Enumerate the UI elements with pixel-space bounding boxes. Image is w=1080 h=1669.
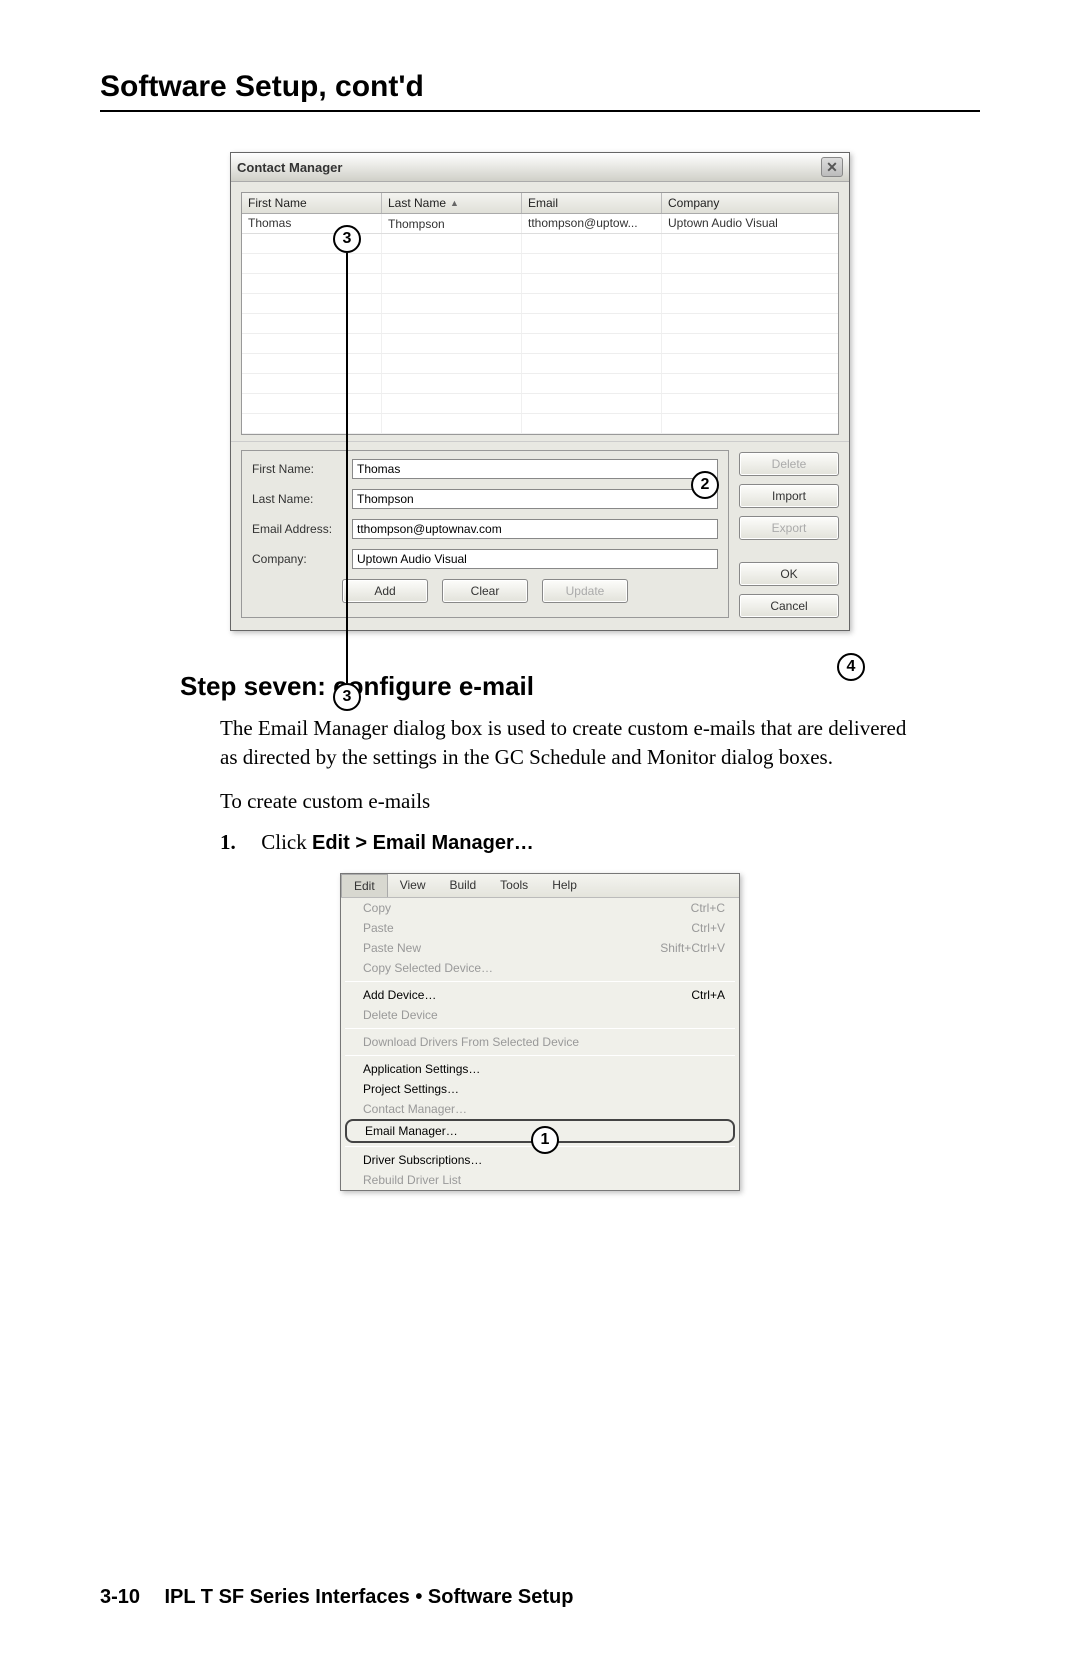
company-field[interactable] — [352, 549, 718, 569]
callout-3-leader — [346, 253, 348, 683]
step-description: The Email Manager dialog box is used to … — [220, 714, 920, 773]
menu-figure: Edit View Build Tools Help CopyCtrl+C Pa… — [100, 873, 980, 1191]
menu-edit[interactable]: Edit — [341, 874, 388, 897]
clear-button[interactable]: Clear — [442, 579, 528, 603]
col-company[interactable]: Company — [662, 193, 838, 213]
delete-button[interactable]: Delete — [739, 452, 839, 476]
label-email: Email Address: — [252, 522, 352, 536]
contact-form: First Name: Last Name: Email Address: Co… — [241, 450, 729, 618]
menu-build[interactable]: Build — [437, 874, 488, 897]
last-name-field[interactable] — [352, 489, 718, 509]
update-button[interactable]: Update — [542, 579, 628, 603]
step-1: 1. Click Edit > Email Manager… — [220, 830, 980, 855]
label-company: Company: — [252, 552, 352, 566]
cell-email: tthompson@uptow... — [522, 214, 662, 233]
first-name-field[interactable] — [352, 459, 718, 479]
cell-last: Thompson — [382, 214, 522, 233]
export-button[interactable]: Export — [739, 516, 839, 540]
import-button[interactable]: Import — [739, 484, 839, 508]
step-lead-in: To create custom e-mails — [220, 787, 920, 816]
grid-header-row: First Name Last Name ▲ Email Company — [242, 193, 838, 214]
page-number: 3-10 — [100, 1586, 140, 1608]
menu-paste-new[interactable]: Paste NewShift+Ctrl+V — [341, 938, 739, 958]
col-email[interactable]: Email — [522, 193, 662, 213]
menubar: Edit View Build Tools Help — [341, 874, 739, 898]
page-footer: 3-10 IPL T SF Series Interfaces • Softwa… — [100, 1586, 573, 1609]
menu-contact-manager[interactable]: Contact Manager… — [341, 1099, 739, 1119]
close-icon[interactable]: ✕ — [821, 157, 843, 177]
menu-separator — [345, 981, 735, 982]
callout-4: 4 — [837, 653, 865, 681]
ok-button[interactable]: OK — [739, 562, 839, 586]
menu-view[interactable]: View — [388, 874, 438, 897]
menu-help[interactable]: Help — [540, 874, 589, 897]
page-title: Software Setup, cont'd — [100, 70, 980, 112]
step-text-plain: Click — [261, 830, 312, 854]
col-last-name[interactable]: Last Name ▲ — [382, 193, 522, 213]
col-first-name[interactable]: First Name — [242, 193, 382, 213]
menu-application-settings[interactable]: Application Settings… — [341, 1059, 739, 1079]
col-last-label: Last Name — [388, 196, 446, 210]
menu-separator — [345, 1028, 735, 1029]
menu-separator — [345, 1055, 735, 1056]
menu-download-drivers[interactable]: Download Drivers From Selected Device — [341, 1032, 739, 1052]
table-row[interactable]: Thomas Thompson tthompson@uptow... Uptow… — [242, 214, 838, 234]
dialog-title: Contact Manager — [237, 160, 342, 175]
menu-add-device[interactable]: Add Device…Ctrl+A — [341, 985, 739, 1005]
menu-tools[interactable]: Tools — [488, 874, 540, 897]
menu-paste[interactable]: PasteCtrl+V — [341, 918, 739, 938]
edit-menu-panel: Edit View Build Tools Help CopyCtrl+C Pa… — [340, 873, 740, 1191]
dialog-figure: Contact Manager ✕ First Name Last Name ▲… — [100, 152, 980, 631]
step-text: Click Edit > Email Manager… — [261, 830, 533, 854]
form-area: First Name: Last Name: Email Address: Co… — [231, 441, 849, 630]
label-last-name: Last Name: — [252, 492, 352, 506]
callout-2: 2 — [691, 471, 719, 499]
contact-manager-dialog: Contact Manager ✕ First Name Last Name ▲… — [230, 152, 850, 631]
callout-1: 1 — [531, 1126, 559, 1154]
callout-3-top: 3 — [333, 225, 361, 253]
cell-first: Thomas — [242, 214, 382, 233]
contacts-grid[interactable]: First Name Last Name ▲ Email Company Tho… — [241, 192, 839, 435]
footer-text: IPL T SF Series Interfaces • Software Se… — [164, 1586, 573, 1608]
step-text-command: Edit > Email Manager… — [312, 832, 534, 854]
add-button[interactable]: Add — [342, 579, 428, 603]
menu-delete-device[interactable]: Delete Device — [341, 1005, 739, 1025]
email-field[interactable] — [352, 519, 718, 539]
cell-company: Uptown Audio Visual — [662, 214, 838, 233]
cancel-button[interactable]: Cancel — [739, 594, 839, 618]
label-first-name: First Name: — [252, 462, 352, 476]
dialog-side-buttons: Delete Import Export OK Cancel — [739, 450, 839, 618]
menu-copy[interactable]: CopyCtrl+C — [341, 898, 739, 918]
callout-3-bottom: 3 — [333, 683, 361, 711]
sort-ascending-icon: ▲ — [450, 198, 459, 208]
menu-copy-selected[interactable]: Copy Selected Device… — [341, 958, 739, 978]
step-number: 1. — [220, 830, 256, 855]
menu-rebuild-driver-list[interactable]: Rebuild Driver List — [341, 1170, 739, 1190]
menu-project-settings[interactable]: Project Settings… — [341, 1079, 739, 1099]
dialog-titlebar: Contact Manager ✕ — [231, 153, 849, 182]
